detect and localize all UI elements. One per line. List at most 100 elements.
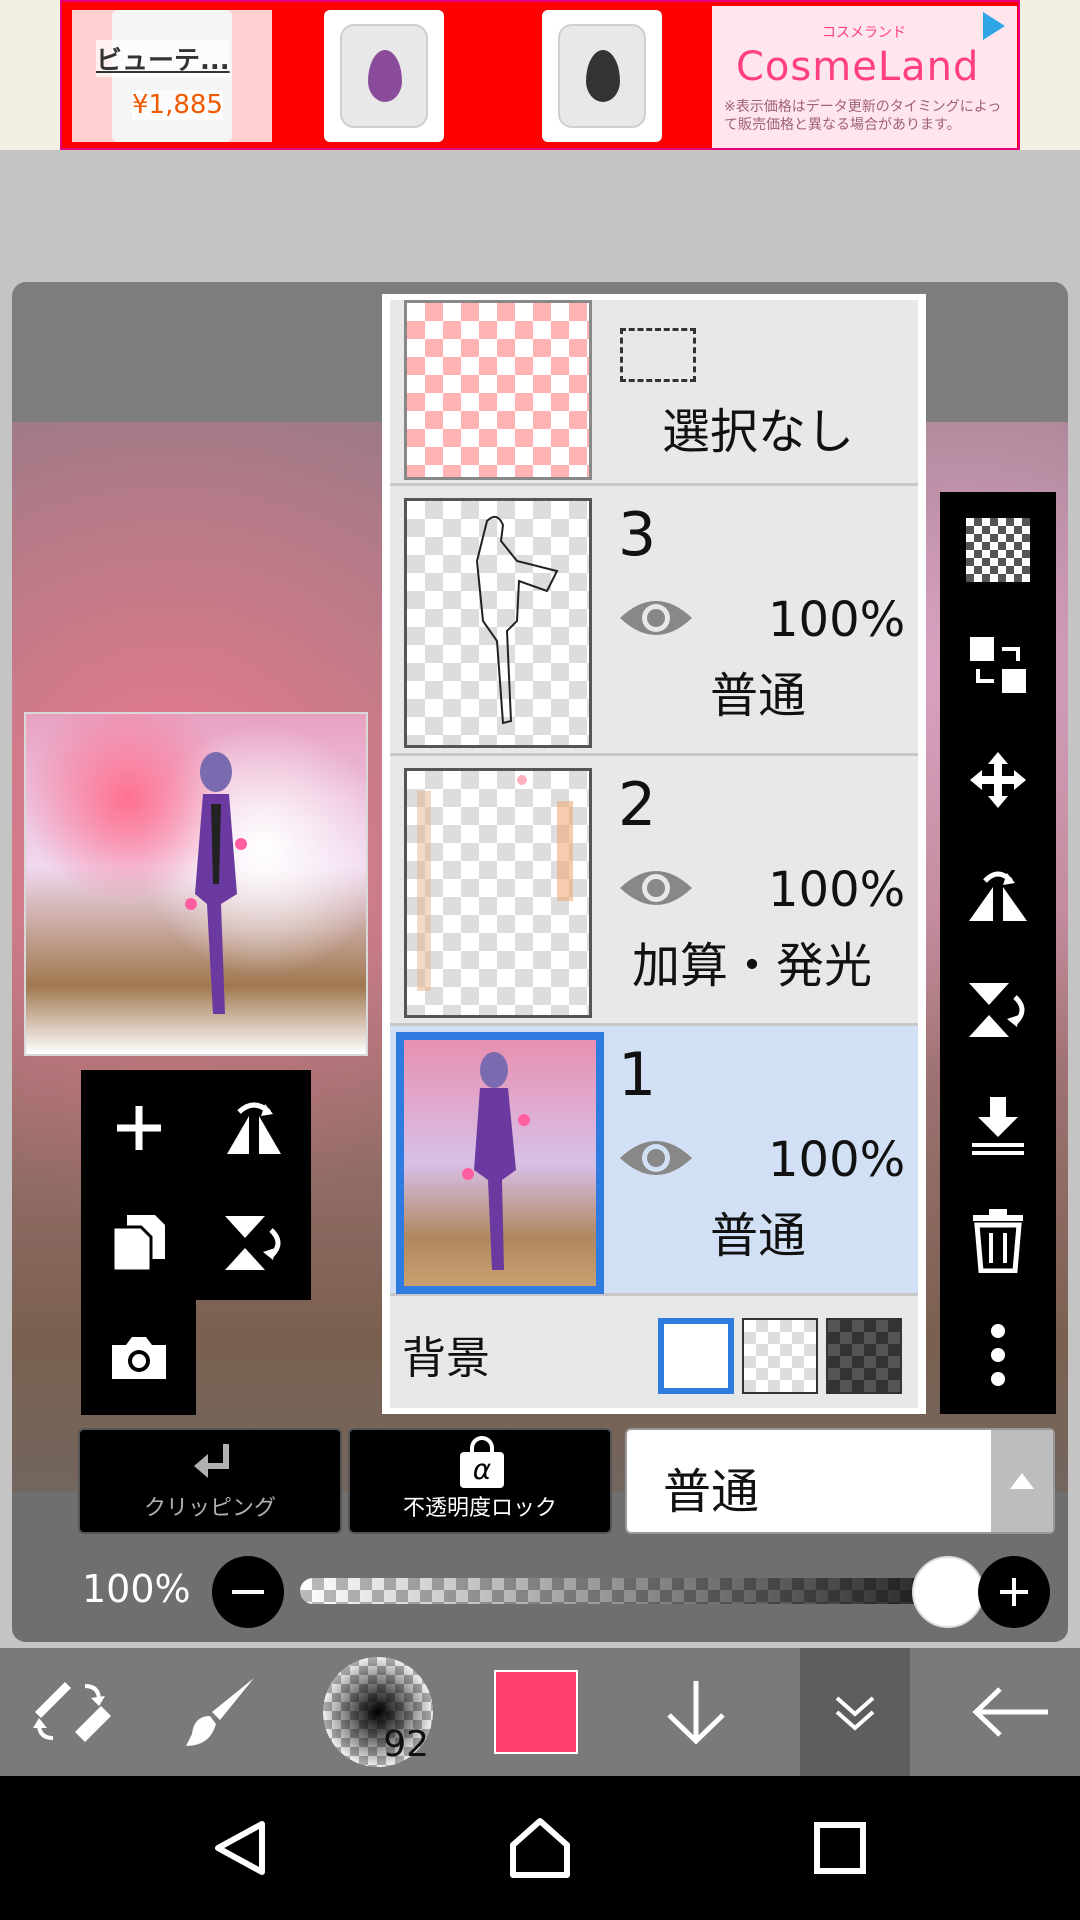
move-button[interactable] bbox=[940, 722, 1056, 837]
home-icon bbox=[510, 1818, 570, 1878]
opacity-slider-handle[interactable] bbox=[912, 1556, 984, 1628]
more-vertical-icon bbox=[991, 1323, 1005, 1386]
eye-icon[interactable] bbox=[618, 1134, 694, 1182]
ad-brand-title: CosmeLand bbox=[736, 44, 980, 90]
alpha-lock-label: 不透明度ロック bbox=[402, 1496, 557, 1521]
plus-icon bbox=[116, 1105, 161, 1150]
swap-icon bbox=[970, 636, 1026, 693]
ad-banner[interactable]: ビューテ... ¥1,885 コスメランド CosmeLand ※表示価格はデー… bbox=[60, 0, 1020, 150]
layer-opacity: 100% bbox=[768, 1132, 906, 1188]
duplicate-layer-button[interactable] bbox=[81, 1185, 196, 1300]
ad-product-image bbox=[558, 24, 646, 128]
layer-number: 2 bbox=[618, 770, 657, 840]
layer-tools-right bbox=[940, 492, 1056, 1414]
ad-choices-icon[interactable] bbox=[983, 12, 1005, 40]
color-picker-button[interactable] bbox=[476, 1648, 596, 1776]
flip-vertical-icon bbox=[224, 1215, 280, 1270]
ad-brand-note: ※表示価格はデータ更新のタイミングによって販売価格と異なる場合があります。 bbox=[724, 99, 1002, 133]
layer-blend-mode: 加算・発光 bbox=[632, 938, 873, 994]
add-layer-button[interactable] bbox=[81, 1070, 196, 1185]
colored-figure-image bbox=[462, 1052, 530, 1270]
arrow-down-icon bbox=[667, 1681, 725, 1745]
collapse-panel-button[interactable] bbox=[800, 1648, 910, 1776]
flip-vertical-button[interactable] bbox=[196, 1185, 311, 1300]
brush-size-button[interactable]: 92 bbox=[318, 1648, 438, 1776]
minus-icon bbox=[232, 1590, 264, 1594]
eye-icon[interactable] bbox=[618, 594, 694, 642]
opacity-label: 100% bbox=[82, 1567, 191, 1611]
copy-icon bbox=[111, 1214, 165, 1272]
square-recents-icon bbox=[814, 1822, 866, 1874]
back-button[interactable] bbox=[950, 1648, 1070, 1776]
opacity-increase-button[interactable] bbox=[978, 1556, 1050, 1628]
bottom-toolbar: 92 bbox=[0, 1648, 1080, 1776]
blend-mode-select[interactable]: 普通 bbox=[625, 1428, 1055, 1534]
layer-row-3[interactable]: 3 100% 普通 bbox=[390, 486, 918, 756]
opacity-slider-track[interactable] bbox=[300, 1578, 940, 1604]
pen-eraser-swap-icon bbox=[33, 1682, 111, 1742]
camera-button[interactable] bbox=[81, 1300, 196, 1415]
ad-brand-kana: コスメランド bbox=[822, 25, 906, 41]
ad-product-title[interactable]: ビューテ... bbox=[96, 40, 230, 77]
selection-label: 選択なし bbox=[662, 404, 855, 460]
flip-vertical-right-button[interactable] bbox=[940, 952, 1056, 1067]
flip-horizontal-icon bbox=[969, 871, 1027, 921]
background-label: 背景 bbox=[402, 1333, 490, 1384]
line-art-figure-image bbox=[475, 515, 559, 725]
nav-recents-button[interactable] bbox=[740, 1776, 940, 1920]
flip-horizontal-icon bbox=[226, 1102, 281, 1154]
swap-layer-button[interactable] bbox=[940, 607, 1056, 722]
background-transparent-option[interactable] bbox=[742, 1318, 818, 1394]
background-dark-option[interactable] bbox=[826, 1318, 902, 1394]
transparency-button[interactable] bbox=[940, 492, 1056, 607]
layer-panel: 選択なし 3 100% 普通 2 100% 加算・発光 1 100% 普通 背景 bbox=[382, 294, 926, 1414]
layer-row-2[interactable]: 2 100% 加算・発光 bbox=[390, 756, 918, 1026]
background-white-option[interactable] bbox=[658, 1318, 734, 1394]
current-color-swatch bbox=[494, 1670, 578, 1754]
brush-tool-button[interactable] bbox=[160, 1648, 280, 1776]
background-row: 背景 bbox=[390, 1296, 918, 1408]
blend-mode-dropdown-button[interactable] bbox=[991, 1430, 1053, 1532]
selection-marquee-icon bbox=[620, 328, 696, 382]
flip-horizontal-button[interactable] bbox=[196, 1070, 311, 1185]
checkerboard-icon bbox=[966, 517, 1030, 582]
layer-row-1[interactable]: 1 100% 普通 bbox=[390, 1026, 918, 1296]
layer-blend-mode: 普通 bbox=[710, 1208, 807, 1264]
ad-brand-block[interactable]: コスメランド CosmeLand ※表示価格はデータ更新のタイミングによって販売… bbox=[712, 6, 1017, 148]
tool-switch-button[interactable] bbox=[10, 1648, 130, 1776]
merge-down-button[interactable] bbox=[940, 1067, 1056, 1182]
nav-home-button[interactable] bbox=[440, 1776, 640, 1920]
layer-thumbnail-2 bbox=[404, 768, 592, 1018]
ad-product-2[interactable] bbox=[324, 10, 444, 142]
flip-horizontal-right-button[interactable] bbox=[940, 837, 1056, 952]
camera-icon bbox=[111, 1336, 166, 1379]
flip-vertical-icon bbox=[969, 982, 1025, 1037]
ad-product-price: ¥1,885 bbox=[132, 90, 223, 120]
ad-product-3[interactable] bbox=[542, 10, 662, 142]
move-icon bbox=[970, 751, 1026, 808]
ad-product-1[interactable]: ビューテ... ¥1,885 bbox=[72, 10, 272, 142]
layer-thumbnail-1 bbox=[396, 1032, 604, 1294]
opacity-decrease-button[interactable] bbox=[212, 1556, 284, 1628]
layer-preview bbox=[24, 712, 368, 1056]
selection-thumbnail bbox=[404, 300, 592, 480]
more-options-button[interactable] bbox=[940, 1297, 1056, 1412]
layer-number: 3 bbox=[618, 500, 657, 570]
selection-layer[interactable]: 選択なし bbox=[390, 300, 918, 486]
figure-preview-image bbox=[185, 752, 247, 1014]
alpha-lock-button[interactable]: α 不透明度ロック bbox=[348, 1428, 612, 1534]
merge-down-icon bbox=[972, 1096, 1024, 1155]
arrow-left-icon bbox=[972, 1687, 1048, 1737]
ad-product-image bbox=[340, 24, 428, 128]
layer-thumbnail-3 bbox=[404, 498, 592, 748]
layer-opacity: 100% bbox=[768, 862, 906, 918]
layer-tools-left bbox=[81, 1070, 311, 1415]
brush-size-value: 92 bbox=[383, 1724, 429, 1765]
clipping-label: クリッピング bbox=[143, 1496, 276, 1521]
nav-back-button[interactable] bbox=[140, 1776, 340, 1920]
layer-number: 1 bbox=[618, 1040, 657, 1110]
eye-icon[interactable] bbox=[618, 864, 694, 912]
clipping-button[interactable]: クリッピング bbox=[78, 1428, 342, 1534]
delete-layer-button[interactable] bbox=[940, 1182, 1056, 1297]
layer-down-button[interactable] bbox=[636, 1648, 756, 1776]
